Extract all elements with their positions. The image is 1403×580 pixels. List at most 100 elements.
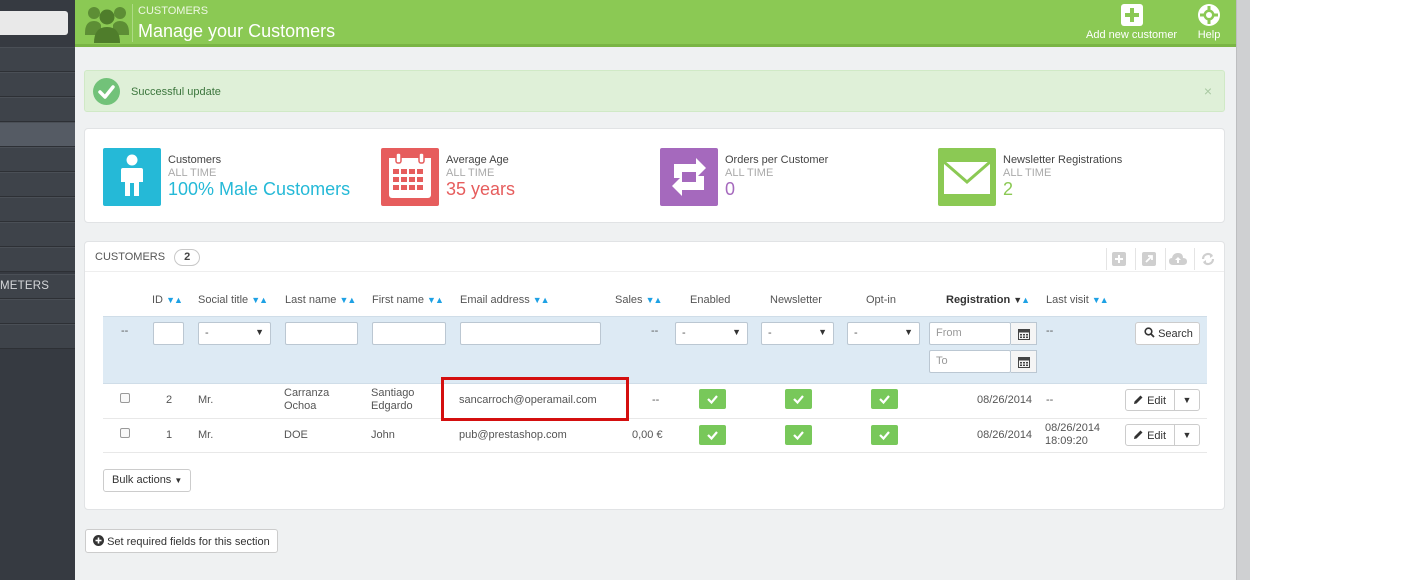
kpi-panel: Customers ALL TIME 100% Male Customers A…: [84, 128, 1225, 223]
newsletter-check-icon[interactable]: [785, 425, 812, 445]
newsletter-check-icon[interactable]: [785, 389, 812, 409]
cloud-upload-icon[interactable]: [1164, 248, 1191, 270]
cell-sales: 0,00 €: [632, 429, 663, 441]
sidebar-item-9[interactable]: [0, 247, 75, 272]
add-new-customer-button[interactable]: Add new customer: [1086, 3, 1177, 41]
refresh-icon[interactable]: [1194, 248, 1220, 270]
row-actions-dropdown[interactable]: ▼: [1174, 424, 1200, 446]
pencil-icon: [1134, 430, 1143, 439]
sort-arrows-icon[interactable]: ▼▲: [533, 295, 550, 305]
plus-square-icon: [1120, 4, 1143, 26]
sort-arrows-icon[interactable]: ▼▲: [251, 295, 268, 305]
calendar-icon[interactable]: [1011, 322, 1037, 345]
filter-dash: --: [121, 325, 129, 337]
filter-enabled-select[interactable]: - ▼: [675, 322, 748, 345]
male-user-icon: [103, 148, 161, 206]
cell-first-name: Santiago Edgardo: [371, 387, 415, 412]
success-alert: Successful update ×: [84, 70, 1225, 112]
filter-email-input[interactable]: [460, 322, 601, 345]
panel-toolbar: [1105, 248, 1220, 270]
optin-check-icon[interactable]: [871, 425, 898, 445]
caret-down-icon: ▼: [732, 327, 741, 337]
search-button[interactable]: Search: [1135, 322, 1200, 345]
sidebar-item-6[interactable]: [0, 172, 75, 197]
bulk-actions-button[interactable]: Bulk actions ▼: [103, 469, 192, 492]
filter-registration-to-input[interactable]: To: [929, 350, 1011, 373]
help-label: Help: [1197, 29, 1221, 41]
sidebar-item-5[interactable]: [0, 147, 75, 172]
customers-panel: CUSTOMERS 2 ID ▼▲ Social title ▼▲ Last n…: [84, 241, 1225, 510]
sidebar-item-customers[interactable]: [0, 122, 75, 147]
cell-social-title: Mr.: [198, 429, 214, 441]
row-checkbox[interactable]: [120, 428, 130, 438]
column-header-first-name: First name ▼▲: [372, 294, 444, 306]
optin-check-icon[interactable]: [871, 389, 898, 409]
row-checkbox[interactable]: [120, 393, 130, 403]
kpi-label: Newsletter Registrations: [1003, 154, 1123, 166]
check-circle-icon: [93, 78, 120, 105]
enabled-check-icon[interactable]: [699, 425, 726, 445]
cell-registration: 08/26/2014: [977, 394, 1033, 406]
retweet-icon: [660, 148, 718, 206]
cell-email: pub@prestashop.com: [459, 429, 567, 441]
cell-last-visit: --: [1046, 394, 1054, 406]
column-header-social-title: Social title ▼▲: [198, 294, 268, 306]
export-icon[interactable]: [1135, 248, 1161, 270]
edit-button[interactable]: Edit: [1125, 389, 1175, 411]
sort-arrows-icon[interactable]: ▼▲: [427, 295, 444, 305]
filter-last-name-input[interactable]: [285, 322, 358, 345]
kpi-period: ALL TIME: [725, 167, 774, 179]
filter-first-name-input[interactable]: [372, 322, 446, 345]
sidebar-item-11[interactable]: [0, 299, 75, 324]
edit-button[interactable]: Edit: [1125, 424, 1175, 446]
plus-circle-icon: [93, 535, 104, 546]
filter-newsletter-select[interactable]: - ▼: [761, 322, 834, 345]
column-header-email: Email address ▼▲: [460, 294, 550, 306]
add-icon[interactable]: [1105, 248, 1132, 270]
column-header-enabled: Enabled: [690, 294, 731, 306]
sidebar-item-label: METERS: [0, 280, 50, 292]
row-actions-dropdown[interactable]: ▼: [1174, 389, 1200, 411]
alert-message: Successful update: [131, 86, 221, 98]
calendar-icon[interactable]: [1011, 350, 1037, 373]
sort-arrows-icon[interactable]: ▼▲: [646, 295, 663, 305]
sidebar-item-parameters[interactable]: METERS: [0, 274, 75, 299]
pencil-icon: [1134, 395, 1143, 404]
kpi-value: 35 years: [446, 179, 516, 199]
set-required-fields-button[interactable]: Set required fields for this section: [85, 529, 278, 553]
cell-sales: --: [652, 394, 660, 406]
filter-id-input[interactable]: [153, 322, 184, 345]
sidebar-item-7[interactable]: [0, 197, 75, 222]
cell-registration: 08/26/2014: [977, 429, 1033, 441]
cell-first-name: John: [371, 429, 395, 441]
sidebar-item-12[interactable]: [0, 324, 75, 349]
sidebar-item-1[interactable]: [0, 47, 75, 72]
panel-heading: CUSTOMERS 2: [95, 249, 201, 266]
enabled-check-icon[interactable]: [699, 389, 726, 409]
filter-social-title-select[interactable]: - ▼: [198, 322, 271, 345]
breadcrumb[interactable]: CUSTOMERS: [138, 5, 208, 17]
filter-registration-from-input[interactable]: From: [929, 322, 1011, 345]
column-header-last-visit: Last visit ▼▲: [1046, 294, 1109, 306]
filter-optin-select[interactable]: - ▼: [847, 322, 920, 345]
cell-last-name: DOE: [284, 429, 308, 441]
sidebar-search-input[interactable]: [0, 11, 68, 35]
help-button[interactable]: Help: [1197, 3, 1221, 41]
panel-title: CUSTOMERS: [95, 251, 166, 263]
email-highlight-box: [441, 377, 629, 421]
sort-arrows-icon[interactable]: ▼▲: [1013, 295, 1030, 305]
column-header-id: ID ▼▲: [152, 294, 183, 306]
scrollbar-track[interactable]: [1236, 0, 1250, 580]
sort-arrows-icon[interactable]: ▼▲: [1092, 295, 1109, 305]
close-alert-icon[interactable]: ×: [1204, 83, 1212, 99]
sidebar-item-3[interactable]: [0, 97, 75, 122]
page-title: Manage your Customers: [138, 21, 336, 41]
sort-arrows-icon[interactable]: ▼▲: [166, 295, 183, 305]
filter-dash: --: [651, 325, 659, 337]
sidebar-item-2[interactable]: [0, 72, 75, 97]
sidebar-item-8[interactable]: [0, 222, 75, 247]
caret-down-icon: ▼: [1182, 395, 1192, 405]
kpi-label: Customers: [168, 154, 222, 166]
column-header-optin: Opt-in: [866, 294, 896, 306]
sort-arrows-icon[interactable]: ▼▲: [339, 295, 356, 305]
